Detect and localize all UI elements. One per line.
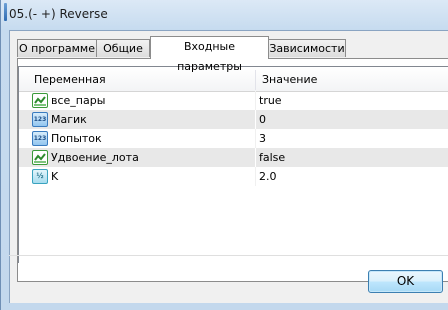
cell-divider — [255, 148, 256, 167]
param-name: Попыток — [51, 132, 102, 145]
cell-divider — [255, 110, 256, 129]
param-value[interactable]: 3 — [259, 129, 266, 149]
title-bar[interactable]: 05.(- +) Reverse — [1, 0, 448, 30]
dialog-window: 05.(- +) Reverse О программе Общие Входн… — [0, 0, 448, 310]
tab-dependencies[interactable]: Зависимости — [268, 39, 346, 57]
param-name: все_пары — [51, 94, 106, 107]
table-row[interactable]: все_пары true — [19, 91, 448, 110]
column-header-value[interactable]: Значение — [262, 67, 317, 91]
window-title: 05.(- +) Reverse — [9, 7, 108, 21]
param-value[interactable]: 2.0 — [259, 167, 277, 187]
table-row[interactable]: Удвоение_лота false — [19, 148, 448, 167]
ok-button[interactable]: OK — [368, 270, 443, 293]
column-divider[interactable] — [255, 70, 256, 90]
param-name: Удвоение_лота — [51, 151, 139, 164]
int-123-icon: 123 — [32, 131, 48, 146]
cell-divider — [255, 129, 256, 148]
param-name: K — [51, 170, 59, 183]
tab-inputs[interactable]: Входные параметры — [150, 36, 269, 73]
param-name: Магик — [51, 113, 87, 126]
bool-icon — [32, 93, 48, 108]
parameters-table: Переменная Значение все_пары true 123 Ма… — [18, 66, 448, 263]
double-half-icon: ½ — [32, 169, 48, 184]
table-row[interactable]: 123 Магик 0 — [19, 110, 448, 129]
param-value[interactable]: true — [259, 91, 282, 111]
param-value[interactable]: 0 — [259, 110, 266, 130]
param-value[interactable]: false — [259, 148, 285, 168]
bool-icon — [32, 150, 48, 165]
app-icon — [4, 3, 7, 21]
int-123-icon: 123 — [32, 112, 48, 127]
cell-divider — [255, 91, 256, 110]
cell-divider — [255, 167, 256, 186]
column-header-variable[interactable]: Переменная — [34, 67, 106, 91]
footer-divider — [9, 255, 448, 256]
tab-about[interactable]: О программе — [17, 39, 97, 57]
table-row[interactable]: 123 Попыток 3 — [19, 129, 448, 148]
tab-common[interactable]: Общие — [96, 39, 150, 57]
table-row[interactable]: ½ K 2.0 — [19, 167, 448, 186]
